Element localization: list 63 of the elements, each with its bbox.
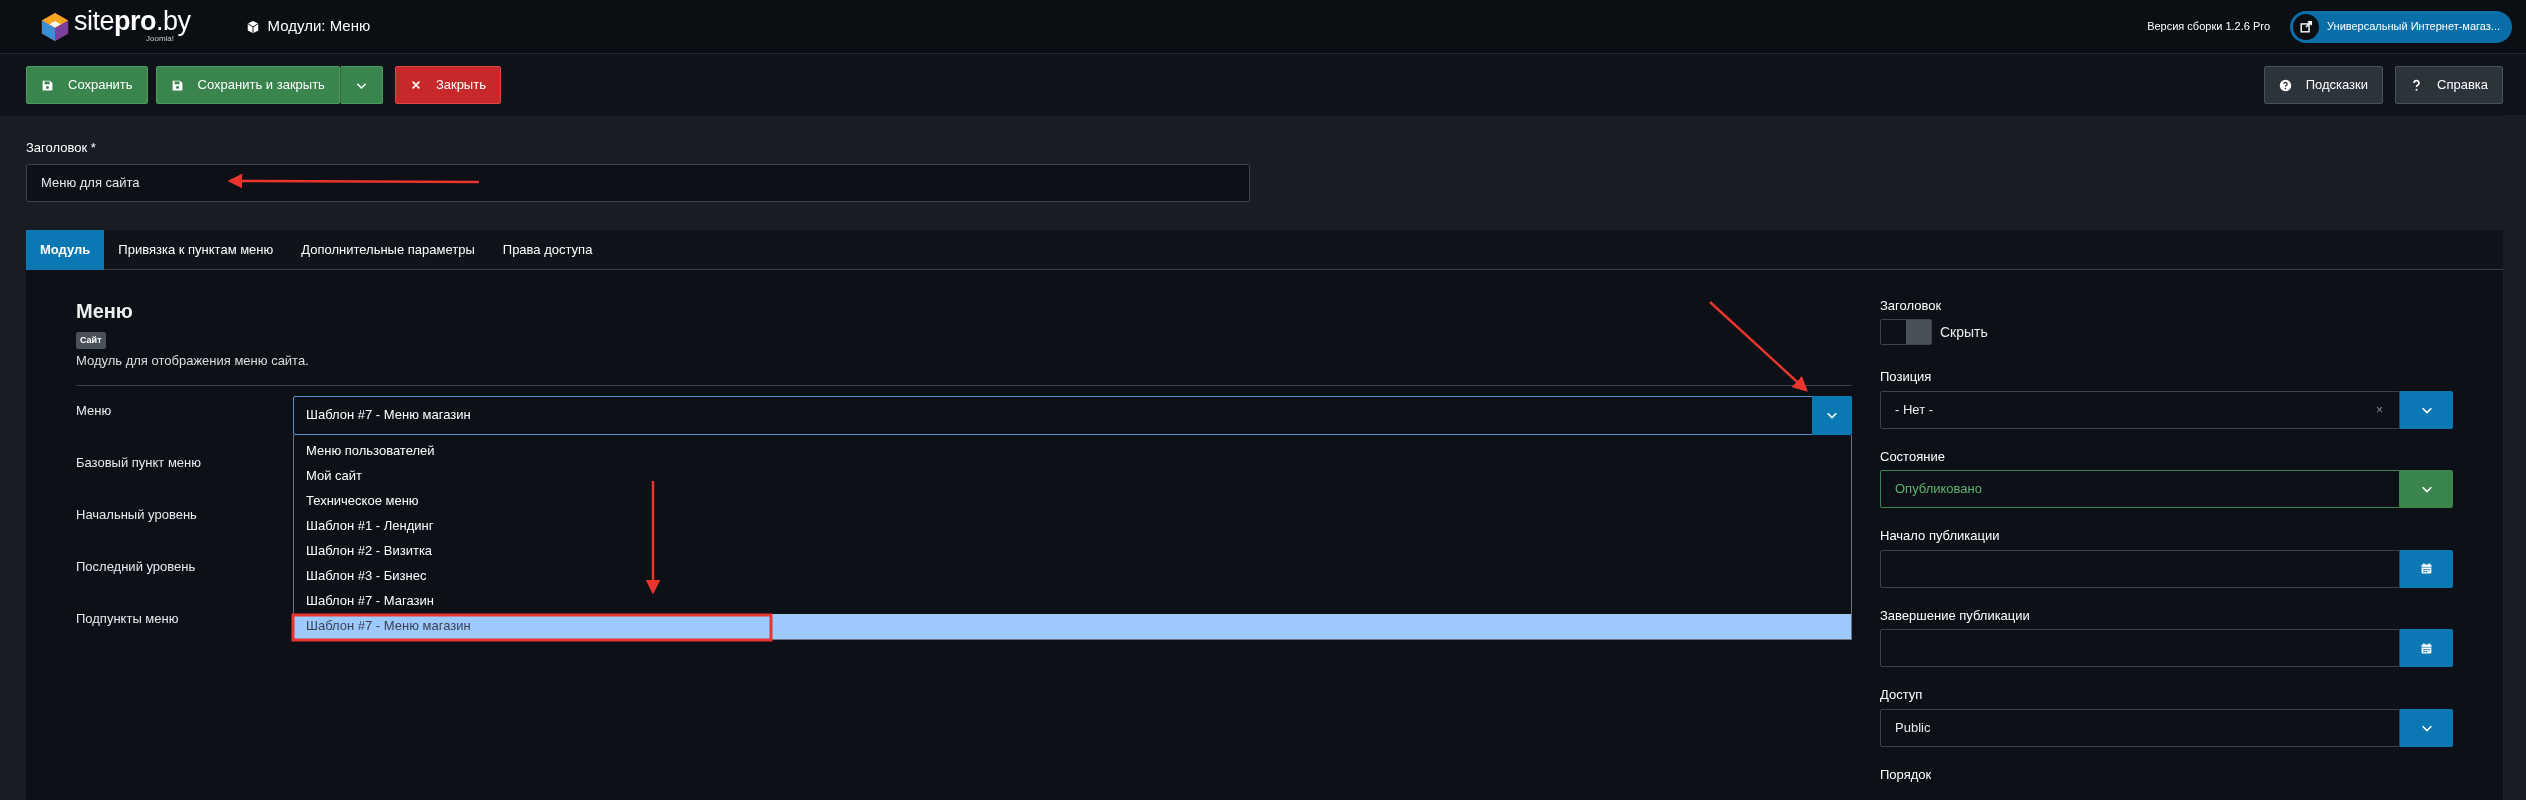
tab[interactable]: Привязка к пунктам меню <box>104 229 288 270</box>
date-input[interactable] <box>1880 549 2400 588</box>
status-select[interactable]: Опубликовано <box>1880 470 2400 508</box>
select-field[interactable]: - Нет - × <box>1880 390 2400 429</box>
field-label: Завершение публикации <box>1880 606 2031 625</box>
field-label: Состояние <box>1880 447 1946 466</box>
dropdown-toggle-button[interactable] <box>339 66 383 104</box>
save-icon <box>41 78 54 92</box>
site-link-button[interactable]: Универсальный Интернет-магаз... <box>2290 10 2512 43</box>
calendar-icon <box>2420 562 2433 575</box>
close-icon <box>409 79 422 91</box>
field-label: Позиция <box>1880 368 1933 386</box>
help-button[interactable]: Справка <box>2395 66 2503 104</box>
field-label: Порядок <box>1880 765 1933 784</box>
tab[interactable]: Права доступа <box>488 229 607 270</box>
tab[interactable]: Модуль <box>26 229 105 270</box>
page-title: Модули: Меню <box>267 16 371 37</box>
question-circle-icon <box>2278 78 2292 92</box>
dropdown-option[interactable]: Шаблон #2 - Визитка <box>294 538 1851 564</box>
select-field[interactable]: Public <box>1880 708 2400 747</box>
dropdown-option[interactable]: Шаблон #1 - Лендинг <box>294 513 1851 539</box>
module-description: Модуль для отображения меню сайта. <box>76 352 310 370</box>
title-input[interactable]: Меню для сайта <box>26 163 1250 202</box>
module-badge: Сайт <box>76 331 106 349</box>
calendar-icon <box>2420 641 2433 655</box>
dropdown-option[interactable]: Шаблон #3 - Бизнес <box>294 563 1851 589</box>
toggle-switch[interactable] <box>1880 319 1932 345</box>
field-label: Заголовок <box>1880 296 1943 315</box>
module-heading: Меню <box>76 298 134 324</box>
dropdown-option[interactable]: Мой сайт <box>294 463 1851 489</box>
clear-button[interactable]: × <box>2376 400 2383 419</box>
cube-icon <box>245 19 260 34</box>
field-label: Подпункты меню <box>76 609 180 628</box>
question-icon <box>2410 78 2423 92</box>
dropdown-button[interactable] <box>2400 390 2453 429</box>
logo-subtitle: Joomla! <box>146 34 174 45</box>
tips-button[interactable]: Подсказки <box>2263 66 2383 104</box>
save-close-button[interactable]: Сохранить и закрыть <box>155 66 340 104</box>
field-label: Последний уровень <box>76 557 197 576</box>
field-label: Заголовок * <box>26 139 97 157</box>
field-label: Начало публикации <box>1880 527 2001 545</box>
dropdown-button[interactable] <box>1812 395 1852 435</box>
dropdown-option[interactable]: Шаблон #7 - Магазин <box>294 588 1851 614</box>
field-label: Базовый пункт меню <box>76 453 202 472</box>
dropdown-option[interactable]: Шаблон #7 - Меню магазин <box>294 613 1851 639</box>
logo-icon <box>40 11 70 42</box>
save-icon <box>170 78 184 92</box>
version-text: Версия сборки 1.2.6 Pro <box>2147 19 2271 35</box>
field-label: Меню <box>76 401 113 420</box>
tab[interactable]: Дополнительные параметры <box>287 229 489 270</box>
external-link-icon <box>2299 19 2314 34</box>
dropdown-option[interactable]: Техническое меню <box>294 488 1851 514</box>
dropdown-button[interactable] <box>2400 708 2453 747</box>
close-button[interactable]: Закрыть <box>394 66 501 104</box>
logo-text: sitepro.by <box>74 8 191 35</box>
menu-select[interactable]: Шаблон #7 - Меню магазин <box>293 395 1852 435</box>
date-input[interactable] <box>1880 629 2400 667</box>
save-button[interactable]: Сохранить <box>26 66 148 104</box>
calendar-button[interactable] <box>2400 549 2453 588</box>
dropdown-option[interactable]: Меню пользователей <box>294 438 1851 464</box>
toggle-label: Скрыть <box>1940 322 1988 342</box>
field-label: Доступ <box>1880 686 1924 704</box>
field-label: Начальный уровень <box>76 505 198 524</box>
